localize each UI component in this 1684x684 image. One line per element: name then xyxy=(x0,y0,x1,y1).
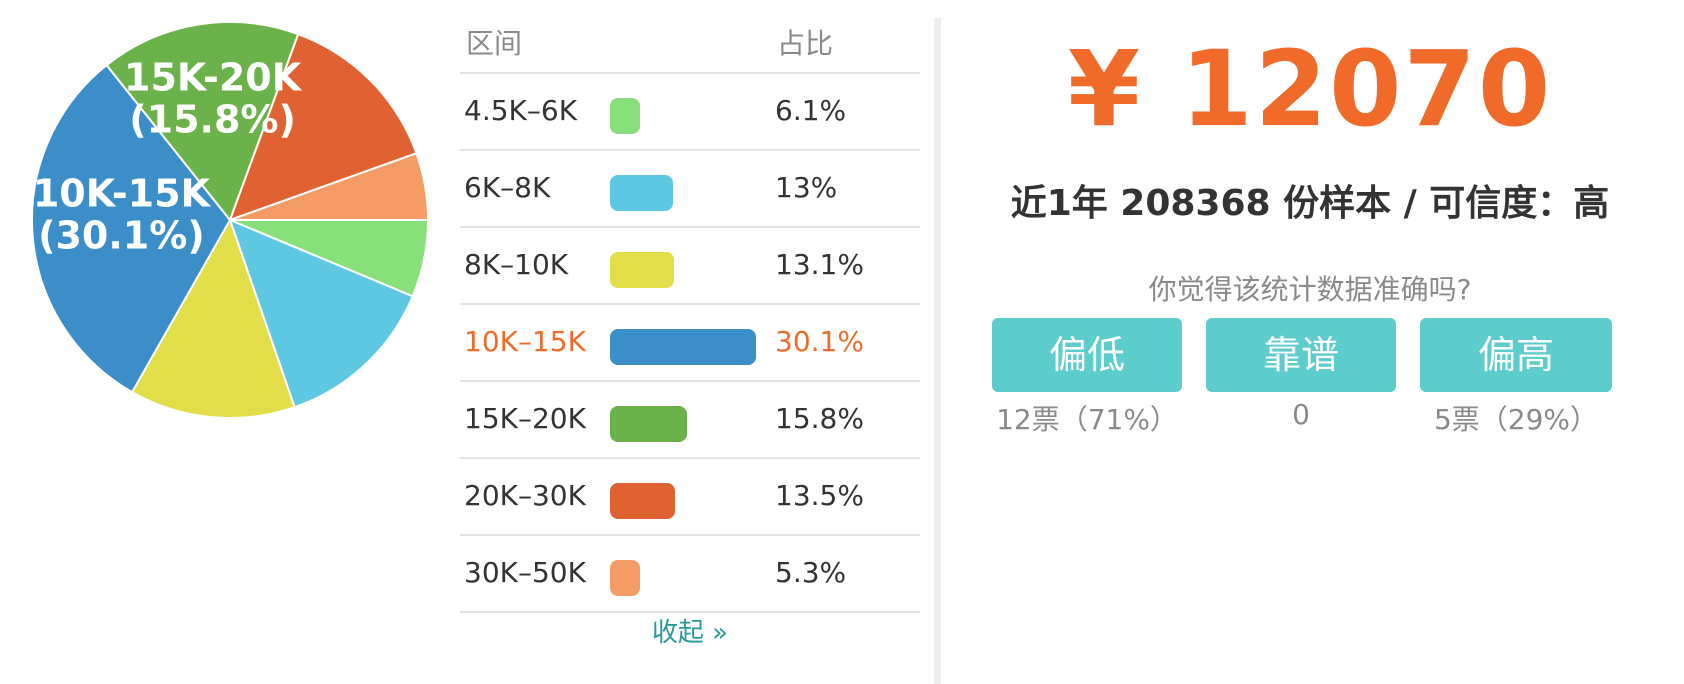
table-header: 区间 占比 xyxy=(460,12,920,74)
pie-slice-label: 15K-20K (15.8%) xyxy=(124,55,303,141)
pie-slice-label-line1: 10K-15K xyxy=(33,171,212,215)
table-row: 20K–30K 13.5% xyxy=(460,459,920,536)
pie-svg: 10K-15K (30.1%) 15K-20K (15.8%) xyxy=(31,21,430,419)
row-bar xyxy=(610,98,640,134)
table-row: 6K–8K 13% xyxy=(460,151,920,228)
average-salary: ¥ 12070 xyxy=(1067,28,1553,150)
pie-slice-label: 10K-15K (30.1%) xyxy=(33,171,212,257)
table-row: 15K–20K 15.8% xyxy=(460,382,920,459)
sample-summary: 近1年 208368 份样本 / 可信度：高 xyxy=(1010,183,1610,224)
header-share: 占比 xyxy=(777,27,834,60)
salary-panel: ¥ 12070 近1年 208368 份样本 / 可信度：高 你觉得该统计数据准… xyxy=(960,0,1684,684)
row-share: 5.3% xyxy=(775,556,847,589)
row-range: 15K–20K xyxy=(464,402,586,435)
row-share: 13% xyxy=(775,171,838,204)
row-range: 6K–8K xyxy=(464,171,551,204)
row-range: 10K–15K xyxy=(464,325,586,358)
pie-chart: 10K-15K (30.1%) 15K-20K (15.8%) xyxy=(0,0,460,460)
accuracy-question: 你觉得该统计数据准确吗? xyxy=(1148,273,1472,306)
vote-low-button[interactable]: 偏低 xyxy=(992,318,1182,392)
row-bar xyxy=(610,252,674,288)
row-share: 30.1% xyxy=(775,325,864,358)
collapse-link[interactable]: 收起 » xyxy=(460,612,920,649)
row-share: 15.8% xyxy=(775,402,864,435)
row-share: 13.1% xyxy=(775,248,864,281)
row-share: 13.5% xyxy=(775,479,864,512)
pie-slice-label-line2: (30.1%) xyxy=(38,213,205,257)
row-bar xyxy=(610,483,675,519)
distribution-table: 区间 占比 4.5K–6K 6.1% 6K–8K 13% 8K–10K 13.1% 10K–… xyxy=(460,12,920,648)
table-row: 8K–10K 13.1% xyxy=(460,228,920,305)
row-range: 8K–10K xyxy=(464,248,569,281)
vote-high-count: 5票（29%） xyxy=(1433,403,1599,436)
divider xyxy=(934,18,941,684)
row-bar xyxy=(610,175,673,211)
vote-low-count: 12票（71%） xyxy=(996,403,1178,436)
table-row: 30K–50K 5.3% xyxy=(460,536,920,613)
table-row: 10K–15K 30.1% xyxy=(460,305,920,382)
table-body: 4.5K–6K 6.1% 6K–8K 13% 8K–10K 13.1% 10K–15K 30.… xyxy=(460,74,920,613)
row-range: 30K–50K xyxy=(464,556,586,589)
row-bar xyxy=(610,329,756,365)
vote-reliable-count: 0 xyxy=(1292,398,1310,431)
row-bar xyxy=(610,560,640,596)
row-bar xyxy=(610,406,687,442)
header-range: 区间 xyxy=(466,27,523,60)
vote-reliable-button[interactable]: 靠谱 xyxy=(1206,318,1396,392)
row-range: 20K–30K xyxy=(464,479,586,512)
row-range: 4.5K–6K xyxy=(464,94,578,127)
vote-high-button[interactable]: 偏高 xyxy=(1420,318,1612,392)
table-row: 4.5K–6K 6.1% xyxy=(460,74,920,151)
row-share: 6.1% xyxy=(775,94,847,127)
pie-slice-label-line1: 15K-20K xyxy=(124,55,303,99)
pie-slice-label-line2: (15.8%) xyxy=(129,97,296,141)
